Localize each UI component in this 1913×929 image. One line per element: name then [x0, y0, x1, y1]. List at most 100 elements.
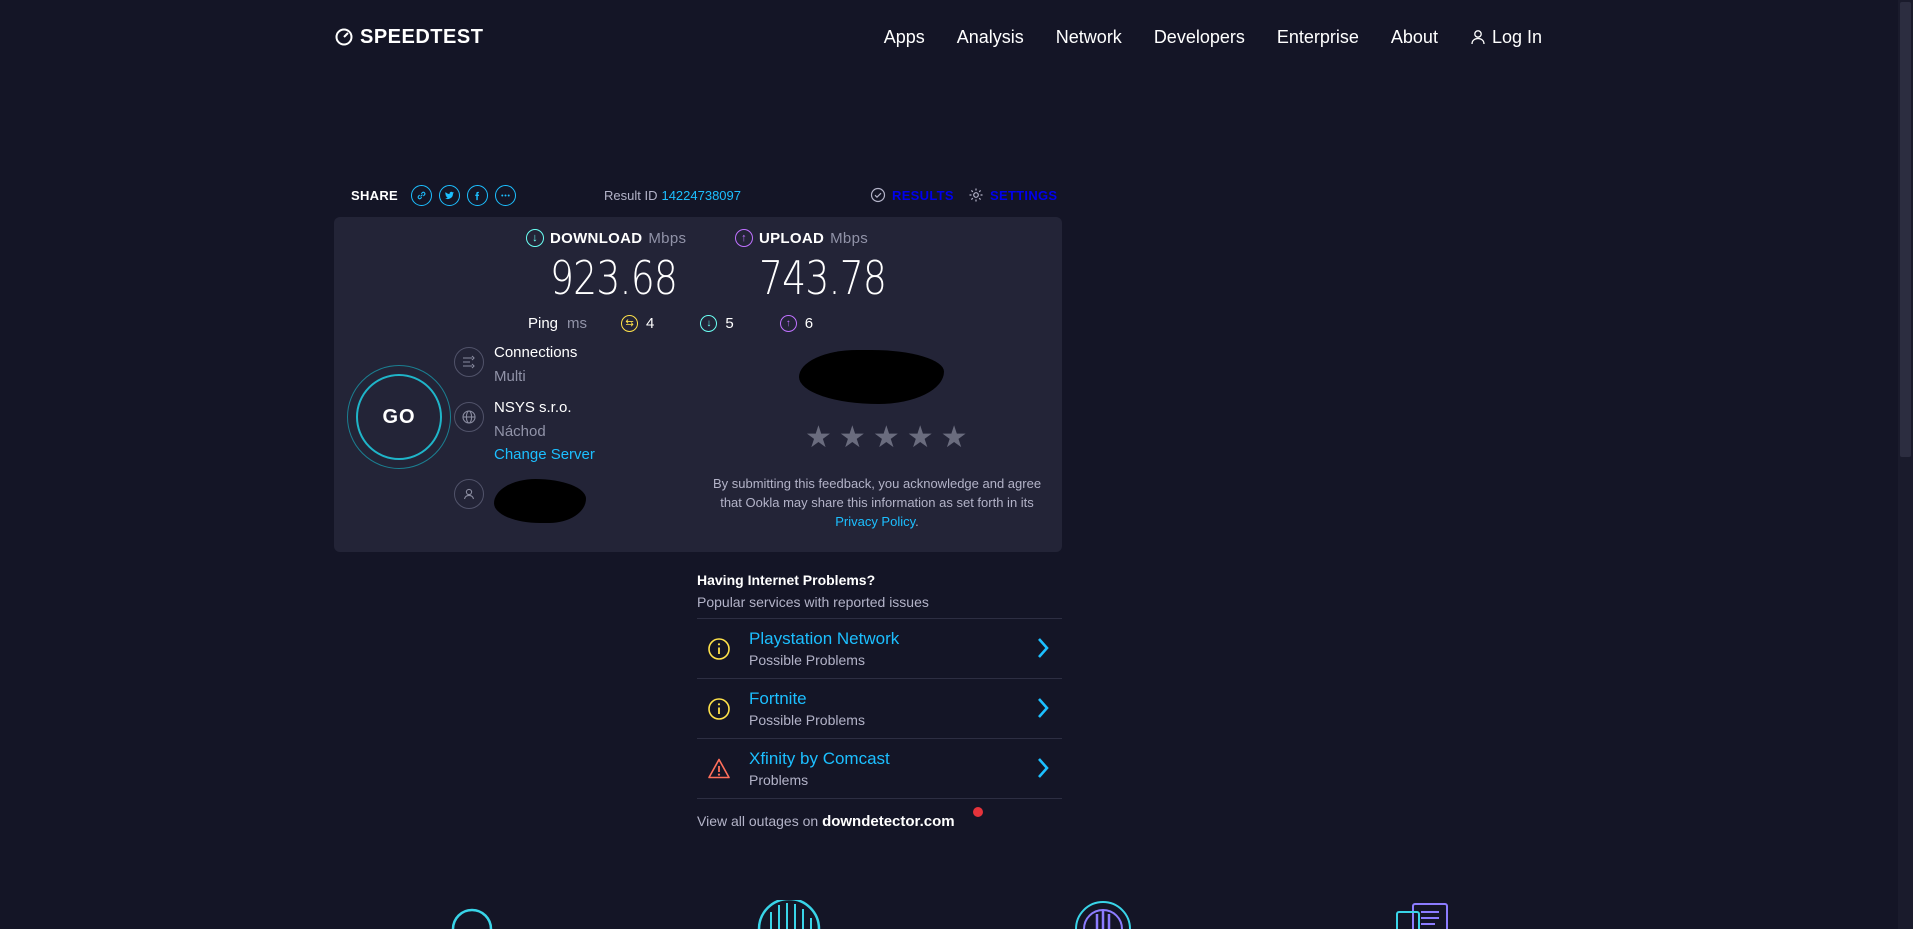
problems-list: Playstation Network Possible Problems Fo… [697, 618, 1062, 799]
connections-icon [454, 347, 484, 377]
info-icon [699, 697, 739, 721]
login-link[interactable]: Log In [1470, 27, 1542, 48]
login-label: Log In [1491, 26, 1542, 47]
download-arrow-icon: ↓ [526, 229, 544, 247]
page-scrollbar[interactable] [1898, 0, 1913, 929]
ping-download: ↓ 5 [700, 315, 734, 332]
view-all-outages: View all outages on downdetector.com [697, 807, 1062, 830]
connections-title: Connections [494, 344, 578, 361]
star-5[interactable]: ★ [941, 423, 968, 453]
idle-latency-icon: ⇆ [621, 315, 639, 332]
upload-value: 743.78 [759, 251, 887, 305]
share-row: SHARE Result ID 14224738097 RESULTS SETTI… [351, 182, 1057, 208]
problem-name: Fortnite [749, 689, 807, 708]
nav-apps[interactable]: Apps [884, 27, 925, 48]
privacy-policy-link[interactable]: Privacy Policy [835, 514, 915, 529]
result-id-label: Result ID [604, 187, 658, 203]
result-panel: ↓ DOWNLOAD Mbps 923.68 ↑ UPLOAD Mbps 743… [334, 217, 1062, 552]
upload-metric: ↑ UPLOAD Mbps 743.78 [735, 229, 914, 305]
gauge-icon [335, 28, 353, 46]
user-icon [1471, 30, 1485, 45]
go-button[interactable]: GO [347, 365, 451, 469]
speed-circle-icon [451, 908, 493, 929]
problems-subtitle: Popular services with reported issues [697, 594, 929, 610]
user-icon [454, 479, 484, 509]
star-4[interactable]: ★ [907, 423, 934, 453]
ping-idle: ⇆ 4 [621, 315, 654, 332]
chevron-right-icon [1038, 698, 1049, 718]
nav-analysis[interactable]: Analysis [957, 27, 1024, 48]
globe-lines-icon [757, 900, 821, 929]
gear-icon [969, 188, 983, 202]
alert-badge-icon [973, 807, 983, 817]
problem-item-fortnite[interactable]: Fortnite Possible Problems [697, 679, 1062, 739]
globe-icon [454, 402, 484, 432]
view-all-prefix: View all outages on [697, 813, 819, 829]
logo-text: SPEEDTEST [360, 25, 484, 48]
site-header: SPEEDTEST Apps Analysis Network Develope… [334, 22, 1542, 52]
download-label: DOWNLOAD [550, 229, 643, 247]
chevron-right-icon [1038, 758, 1049, 778]
nav-about[interactable]: About [1391, 27, 1438, 48]
upload-latency-icon: ↑ [779, 315, 797, 332]
problem-name: Xfinity by Comcast [749, 749, 890, 768]
redacted-rating-question [799, 350, 944, 404]
star-2[interactable]: ★ [839, 423, 866, 453]
problem-name: Playstation Network [749, 629, 900, 648]
check-circle-icon [870, 187, 886, 203]
facebook-icon[interactable] [467, 184, 489, 206]
feedback-text: By submitting this feedback, you acknowl… [712, 476, 1042, 510]
twitter-icon[interactable] [439, 184, 461, 206]
ping-idle-value: 4 [646, 315, 655, 332]
problems-title: Having Internet Problems? [697, 572, 876, 588]
ping-unit: ms [567, 315, 588, 332]
redacted-provider [494, 479, 586, 523]
server-name: NSYS s.r.o. [494, 399, 572, 416]
info-icon [699, 637, 739, 661]
results-button[interactable]: RESULTS [870, 187, 954, 203]
connections-value: Multi [494, 368, 526, 385]
settings-button[interactable]: SETTINGS [968, 187, 1057, 203]
settings-label: SETTINGS [990, 187, 1058, 203]
feedback-disclaimer: By submitting this feedback, you acknowl… [712, 474, 1042, 531]
nav-enterprise[interactable]: Enterprise [1277, 27, 1359, 48]
server-location: Náchod [494, 423, 546, 440]
warning-icon [699, 757, 739, 781]
downdetector-site: downdetector.com [822, 813, 955, 830]
link-icon[interactable] [411, 184, 433, 206]
downdetector-link[interactable]: downdetector.com [822, 813, 955, 830]
result-id-value[interactable]: 14224738097 [661, 188, 741, 203]
download-latency-icon: ↓ [700, 315, 718, 332]
speedtest-logo[interactable]: SPEEDTEST [334, 26, 483, 49]
problem-status: Problems [749, 772, 809, 788]
go-label: GO [356, 374, 442, 460]
chevron-right-icon [1038, 638, 1049, 658]
download-unit: Mbps [648, 229, 687, 247]
results-label: RESULTS [892, 187, 954, 203]
problem-status: Possible Problems [749, 712, 865, 728]
download-value: 923.68 [550, 251, 678, 305]
nav-network[interactable]: Network [1056, 27, 1122, 48]
signal-waves-icon [1075, 901, 1131, 929]
problem-status: Possible Problems [749, 652, 865, 668]
ping-download-value: 5 [725, 315, 734, 332]
problem-item-xfinity[interactable]: Xfinity by Comcast Problems [697, 739, 1062, 799]
problem-item-playstation[interactable]: Playstation Network Possible Problems [697, 619, 1062, 679]
ping-upload: ↑ 6 [779, 315, 813, 332]
rating-stars: ★ ★ ★ ★ ★ [805, 423, 968, 453]
change-server-link[interactable]: Change Server [494, 446, 595, 463]
star-3[interactable]: ★ [873, 423, 900, 453]
scrollbar-thumb[interactable] [1900, 2, 1911, 457]
upload-unit: Mbps [830, 229, 869, 247]
main-nav: Apps Analysis Network Developers Enterpr… [884, 27, 1542, 48]
ping-row: Ping ms ⇆ 4 ↓ 5 ↑ 6 [528, 315, 859, 332]
internet-problems: Having Internet Problems? Popular servic… [697, 572, 1062, 830]
feedback-end: . [915, 514, 919, 529]
star-1[interactable]: ★ [805, 423, 832, 453]
download-metric: ↓ DOWNLOAD Mbps 923.68 [526, 229, 705, 305]
more-icon[interactable] [495, 184, 517, 206]
nav-developers[interactable]: Developers [1154, 27, 1245, 48]
reports-icon [1396, 903, 1448, 929]
upload-arrow-icon: ↑ [735, 229, 753, 247]
ping-label: Ping [528, 315, 559, 332]
